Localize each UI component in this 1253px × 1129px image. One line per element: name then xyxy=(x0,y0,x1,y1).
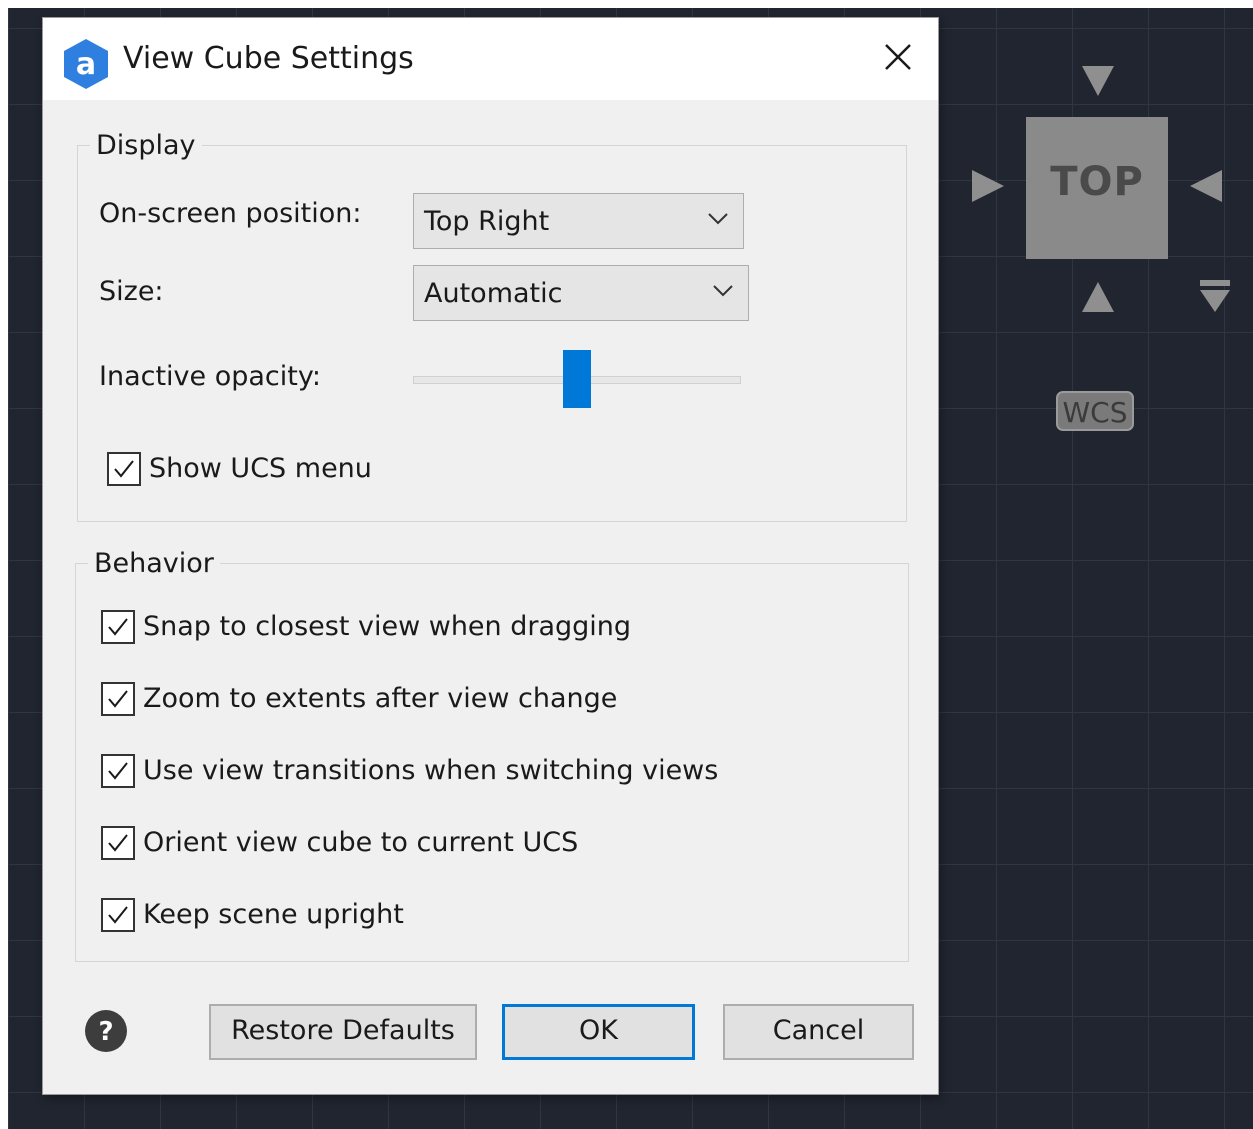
keep-scene-upright-label: Keep scene upright xyxy=(143,899,404,930)
snap-to-closest-view-label: Snap to closest view when dragging xyxy=(143,611,632,642)
keep-scene-upright-checkbox[interactable]: Keep scene upright xyxy=(101,896,501,936)
viewcube-menu-icon[interactable] xyxy=(1200,280,1230,314)
cancel-button[interactable]: Cancel xyxy=(723,1004,914,1060)
dialog-title: View Cube Settings xyxy=(123,41,414,76)
orient-view-cube-checkbox[interactable]: Orient view cube to current UCS xyxy=(101,824,661,864)
position-select[interactable]: Top Right xyxy=(413,193,744,249)
checkbox-box[interactable] xyxy=(107,452,141,486)
checkbox-box[interactable] xyxy=(101,610,135,644)
checkmark-icon xyxy=(108,618,128,636)
dialog-titlebar[interactable]: a View Cube Settings xyxy=(43,18,938,100)
viewcube-arrow-down-icon[interactable] xyxy=(1082,282,1114,312)
help-icon[interactable]: ? xyxy=(83,1008,129,1054)
use-view-transitions-checkbox[interactable]: Use view transitions when switching view… xyxy=(101,752,721,792)
app-logo-icon: a xyxy=(59,38,113,90)
chevron-down-icon xyxy=(708,213,728,225)
viewcube-arrow-right-icon[interactable] xyxy=(972,170,1004,202)
checkbox-box[interactable] xyxy=(101,898,135,932)
checkmark-icon xyxy=(108,906,128,924)
checkbox-box[interactable] xyxy=(101,754,135,788)
behavior-legend: Behavior xyxy=(94,548,214,579)
checkmark-icon xyxy=(108,690,128,708)
viewcube-arrow-left-icon[interactable] xyxy=(1190,170,1222,202)
menu-triangle-shape xyxy=(1200,290,1230,312)
snap-to-closest-view-checkbox[interactable]: Snap to closest view when dragging xyxy=(101,608,661,648)
checkmark-icon xyxy=(108,762,128,780)
close-icon xyxy=(885,44,911,70)
opacity-slider[interactable] xyxy=(413,348,743,412)
checkmark-icon xyxy=(108,834,128,852)
viewcube-arrow-up-icon[interactable] xyxy=(1082,66,1114,96)
opacity-label: Inactive opacity: xyxy=(99,361,321,392)
show-ucs-menu-label: Show UCS menu xyxy=(149,453,372,484)
view-cube-settings-dialog: a View Cube Settings Display On-screen p… xyxy=(43,18,938,1094)
zoom-to-extents-label: Zoom to extents after view change xyxy=(143,683,618,714)
viewcube-face-top[interactable]: TOP xyxy=(1026,117,1168,259)
display-legend: Display xyxy=(96,130,196,161)
checkmark-icon xyxy=(114,460,134,478)
close-button[interactable] xyxy=(869,32,927,86)
menu-bar-shape xyxy=(1200,280,1230,286)
position-label: On-screen position: xyxy=(99,198,362,229)
show-ucs-menu-checkbox[interactable]: Show UCS menu xyxy=(107,450,407,490)
size-select[interactable]: Automatic xyxy=(413,265,749,321)
size-label: Size: xyxy=(99,276,164,307)
wcs-menu-button[interactable]: WCS xyxy=(1056,391,1134,431)
chevron-down-icon xyxy=(713,285,733,297)
svg-text:?: ? xyxy=(98,1017,113,1047)
size-select-value: Automatic xyxy=(424,278,563,309)
use-view-transitions-label: Use view transitions when switching view… xyxy=(143,755,719,786)
restore-defaults-button[interactable]: Restore Defaults xyxy=(209,1004,477,1060)
position-select-value: Top Right xyxy=(424,206,550,237)
checkbox-box[interactable] xyxy=(101,682,135,716)
svg-text:a: a xyxy=(76,47,96,82)
slider-thumb[interactable] xyxy=(563,350,591,408)
orient-view-cube-label: Orient view cube to current UCS xyxy=(143,827,579,858)
zoom-to-extents-checkbox[interactable]: Zoom to extents after view change xyxy=(101,680,661,720)
ok-button[interactable]: OK xyxy=(502,1004,695,1060)
checkbox-box[interactable] xyxy=(101,826,135,860)
